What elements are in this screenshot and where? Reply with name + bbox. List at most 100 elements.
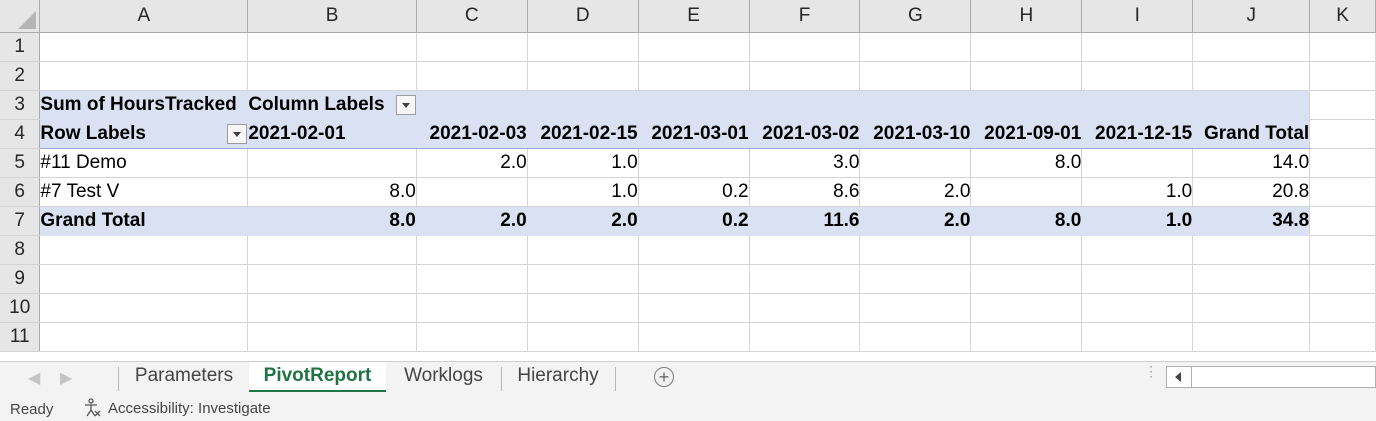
grand-total-value[interactable]: 2.0 — [527, 206, 639, 236]
row-header[interactable]: 9 — [0, 264, 41, 294]
cell[interactable] — [970, 32, 1083, 62]
grand-total-value[interactable]: 2.0 — [416, 206, 528, 236]
cell[interactable] — [416, 293, 528, 323]
cell[interactable] — [859, 293, 972, 323]
date-header[interactable]: 2021-02-03 — [416, 119, 528, 149]
cell[interactable] — [749, 264, 861, 294]
column-header[interactable]: C — [416, 0, 528, 33]
row-header[interactable]: 1 — [0, 32, 41, 62]
cell[interactable] — [39, 322, 249, 352]
pivot-row-total[interactable]: 20.8 — [1192, 177, 1311, 207]
cell[interactable] — [749, 293, 861, 323]
pivot-value-cell[interactable]: 0.2 — [638, 177, 750, 207]
accessibility-status[interactable]: Accessibility: Investigate — [82, 398, 271, 418]
pivot-row-total[interactable]: 14.0 — [1192, 148, 1311, 178]
cell[interactable] — [39, 32, 249, 62]
cell[interactable] — [1192, 90, 1311, 120]
pivot-value-cell[interactable] — [247, 148, 417, 178]
row-header[interactable]: 7 — [0, 206, 41, 236]
cell[interactable] — [416, 61, 528, 91]
cell[interactable] — [859, 235, 972, 265]
cell[interactable] — [638, 322, 750, 352]
grand-total-value[interactable]: 8.0 — [247, 206, 417, 236]
column-header[interactable]: G — [859, 0, 972, 33]
cell[interactable] — [859, 32, 972, 62]
pivot-value-cell[interactable]: 1.0 — [1081, 177, 1194, 207]
cell[interactable] — [859, 264, 972, 294]
grand-total-value[interactable]: 8.0 — [970, 206, 1083, 236]
cell[interactable] — [1309, 61, 1376, 91]
cell[interactable] — [1081, 235, 1194, 265]
cell[interactable] — [1309, 119, 1376, 149]
date-header[interactable]: 2021-02-15 — [527, 119, 639, 149]
date-header[interactable]: 2021-02-01 — [247, 119, 417, 149]
cell[interactable] — [970, 61, 1083, 91]
cell[interactable] — [527, 61, 639, 91]
column-header[interactable]: H — [970, 0, 1083, 33]
pivot-row-label[interactable]: #7 Test V — [39, 177, 249, 207]
cell[interactable] — [749, 61, 861, 91]
cell[interactable] — [527, 32, 639, 62]
cell[interactable] — [638, 32, 750, 62]
cell[interactable] — [638, 293, 750, 323]
cell[interactable] — [1309, 206, 1376, 236]
cell[interactable] — [39, 235, 249, 265]
row-header[interactable]: 2 — [0, 61, 41, 91]
cell[interactable] — [416, 32, 528, 62]
pivot-value-cell[interactable] — [638, 148, 750, 178]
grand-total-overall[interactable]: 34.8 — [1192, 206, 1311, 236]
cell[interactable] — [638, 235, 750, 265]
cell[interactable] — [1081, 293, 1194, 323]
cell[interactable] — [1309, 32, 1376, 62]
tab-parameters[interactable]: Parameters — [120, 362, 248, 392]
splitter-dots-icon[interactable]: ⋮ — [1144, 364, 1158, 378]
cell[interactable] — [247, 322, 417, 352]
column-header[interactable]: J — [1192, 0, 1311, 33]
pivot-row-labels-cell[interactable]: Row Labels — [39, 119, 249, 149]
cell[interactable] — [39, 293, 249, 323]
row-filter-dropdown-icon[interactable] — [227, 124, 247, 144]
grand-total-header[interactable]: Grand Total — [1192, 119, 1311, 149]
cell[interactable] — [970, 322, 1083, 352]
row-header[interactable]: 11 — [0, 322, 41, 352]
cell[interactable] — [247, 235, 417, 265]
cell[interactable] — [1081, 264, 1194, 294]
cell[interactable] — [416, 264, 528, 294]
row-header[interactable]: 10 — [0, 293, 41, 323]
column-header[interactable]: I — [1081, 0, 1194, 33]
cell[interactable] — [859, 90, 972, 120]
cell[interactable] — [416, 322, 528, 352]
pivot-value-cell[interactable]: 8.0 — [247, 177, 417, 207]
cell[interactable] — [970, 90, 1083, 120]
worksheet-grid[interactable]: A B C D E F G H I J K 1 2 3 Sum of Hours… — [0, 0, 1376, 361]
row-header[interactable]: 6 — [0, 177, 41, 207]
cell[interactable] — [247, 32, 417, 62]
column-header[interactable]: D — [527, 0, 639, 33]
pivot-value-cell[interactable]: 3.0 — [749, 148, 861, 178]
cell[interactable] — [527, 235, 639, 265]
date-header[interactable]: 2021-03-10 — [859, 119, 972, 149]
row-header[interactable]: 4 — [0, 119, 41, 149]
cell[interactable] — [1309, 148, 1376, 178]
cell[interactable] — [749, 235, 861, 265]
pivot-value-cell[interactable] — [859, 148, 972, 178]
cell[interactable] — [1192, 61, 1311, 91]
pivot-value-cell[interactable]: 8.0 — [970, 148, 1083, 178]
pivot-value-label[interactable]: Sum of HoursTracked — [39, 90, 249, 120]
cell[interactable] — [1309, 322, 1376, 352]
cell[interactable] — [749, 322, 861, 352]
pivot-row-label[interactable]: #11 Demo — [39, 148, 249, 178]
pivot-value-cell[interactable] — [970, 177, 1083, 207]
cell[interactable] — [859, 61, 972, 91]
pivot-value-cell[interactable] — [416, 177, 528, 207]
date-header[interactable]: 2021-03-02 — [749, 119, 861, 149]
cell[interactable] — [416, 235, 528, 265]
cell[interactable] — [247, 293, 417, 323]
cell[interactable] — [1081, 90, 1194, 120]
cell[interactable] — [1309, 90, 1376, 120]
pivot-column-labels-cell[interactable]: Column Labels — [247, 90, 417, 120]
pivot-value-cell[interactable] — [1081, 148, 1194, 178]
tab-scroll-left-icon[interactable]: ◀ — [28, 368, 40, 388]
pivot-value-cell[interactable]: 2.0 — [416, 148, 528, 178]
row-header[interactable]: 3 — [0, 90, 41, 120]
